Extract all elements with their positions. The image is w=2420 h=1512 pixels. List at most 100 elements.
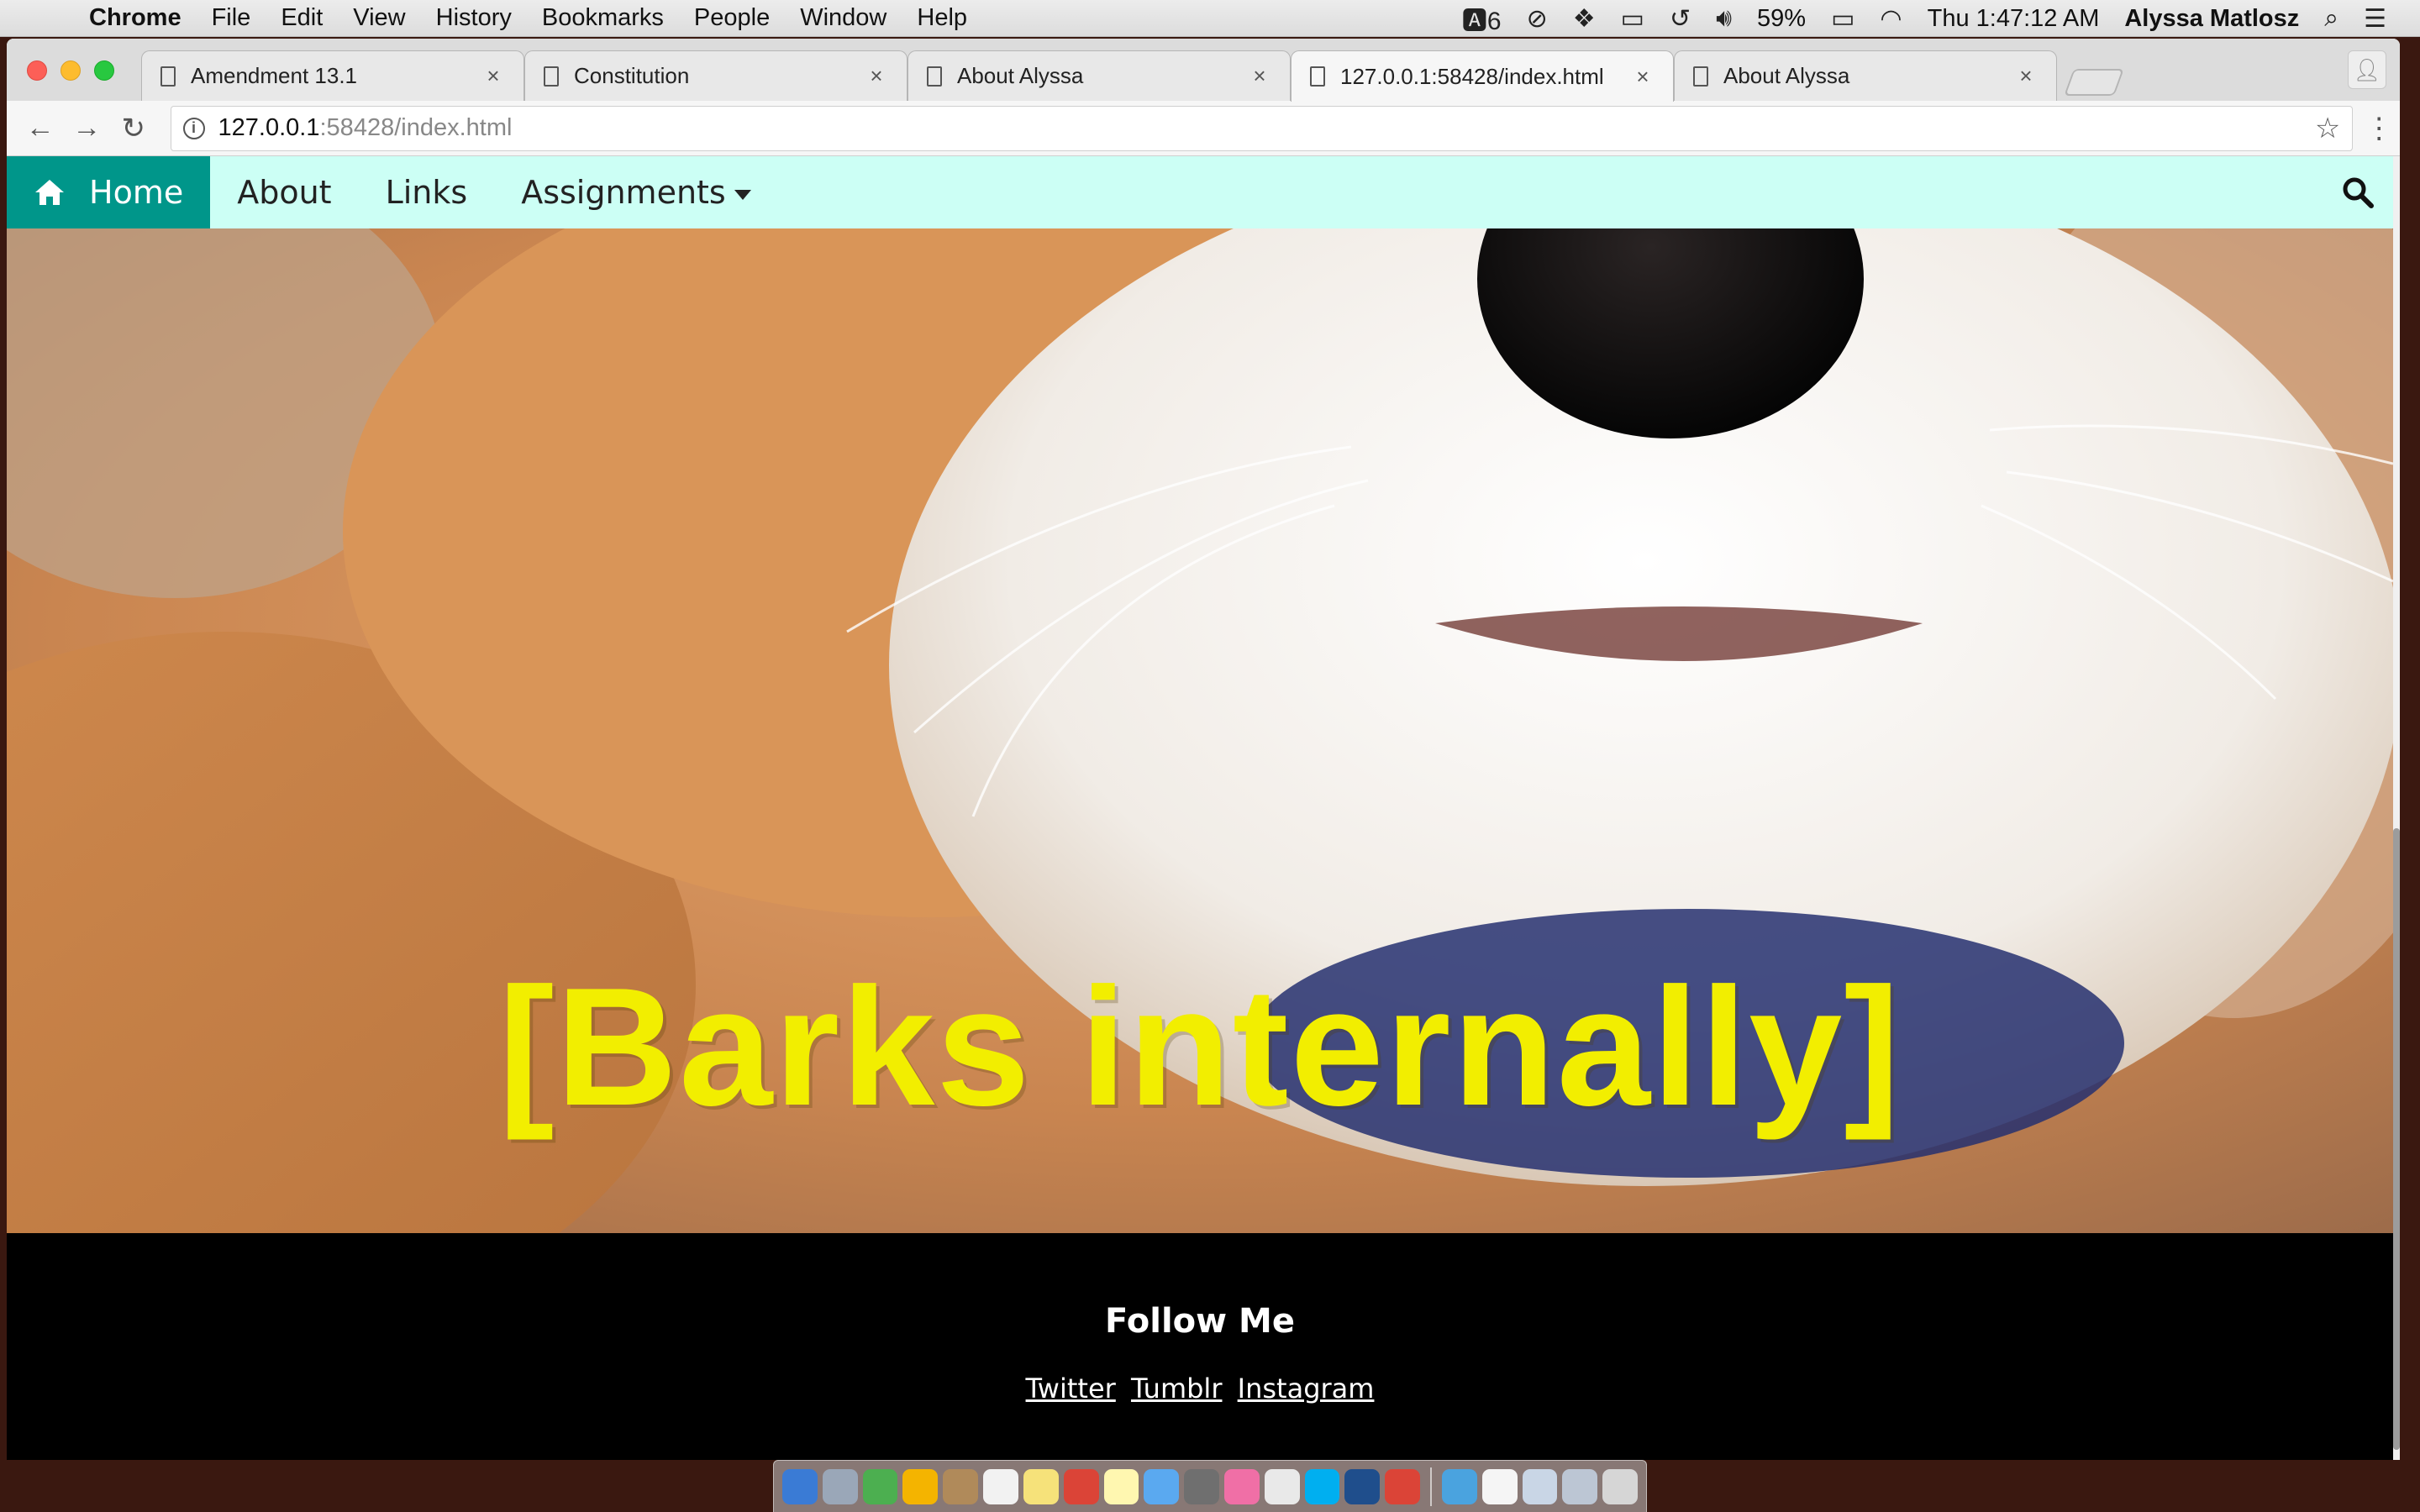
chrome-icon[interactable] <box>1063 1468 1099 1504</box>
page-icon <box>160 66 176 87</box>
clock[interactable]: Thu 1:47:12 AM <box>1928 5 2100 33</box>
system-preferences-icon[interactable] <box>1184 1468 1219 1504</box>
tab-close-icon[interactable]: × <box>1248 63 1271 89</box>
nav-links[interactable]: Links <box>359 174 495 211</box>
menu-bookmarks[interactable]: Bookmarks <box>542 4 664 32</box>
search-icon[interactable] <box>2341 176 2375 209</box>
battery-percent[interactable]: 59% <box>1757 5 1806 33</box>
page-icon <box>544 66 559 87</box>
bookmark-star-icon[interactable]: ☆ <box>2315 112 2340 145</box>
zoom-window-button[interactable] <box>94 60 114 81</box>
close-window-button[interactable] <box>27 60 47 81</box>
social-links: Twitter Tumblr Instagram <box>7 1373 2393 1404</box>
tab-constitution[interactable]: Constitution × <box>524 50 908 101</box>
skype-icon[interactable] <box>1304 1468 1340 1504</box>
calendar-icon[interactable] <box>983 1468 1018 1504</box>
notification-center-icon[interactable]: ☰ <box>2364 4 2386 34</box>
menu-extras: 🅰6 ⊘ ❖ ▭ ↺ 🔊︎ 59% ▭ ◠ Thu 1:47:12 AM Aly… <box>1462 0 2386 37</box>
nav-about[interactable]: About <box>210 174 358 211</box>
adobe-icon[interactable]: 🅰6 <box>1462 0 1502 37</box>
airplay-icon[interactable]: ▭ <box>1621 4 1644 34</box>
tab-strip: Amendment 13.1 × Constitution × About Al… <box>7 39 2400 102</box>
page-icon <box>1693 66 1708 87</box>
menu-edit[interactable]: Edit <box>281 4 323 32</box>
url-host: 127.0.0.1 <box>218 114 320 141</box>
finder-icon[interactable] <box>782 1468 818 1504</box>
site-navbar: Home About Links Assignments <box>7 156 2393 228</box>
menu-window[interactable]: Window <box>800 4 886 32</box>
page-scrollbar[interactable] <box>2393 156 2400 1460</box>
menu-help[interactable]: Help <box>917 4 967 32</box>
folder-icon[interactable] <box>1441 1468 1477 1504</box>
trash-icon[interactable] <box>1602 1468 1639 1504</box>
wifi-icon[interactable]: ◠ <box>1880 4 1902 34</box>
new-tab-button[interactable] <box>2064 69 2124 96</box>
itunes-icon[interactable] <box>1223 1468 1260 1504</box>
tab-title: 127.0.0.1:58428/index.html <box>1340 63 1604 89</box>
site-footer: Follow Me Twitter Tumblr Instagram <box>7 1233 2393 1460</box>
tumblr-link[interactable]: Tumblr <box>1131 1373 1223 1404</box>
downloads-stack-icon[interactable] <box>1522 1468 1558 1504</box>
photos-icon[interactable] <box>902 1468 939 1504</box>
tab-amendment[interactable]: Amendment 13.1 × <box>141 50 524 101</box>
tab-close-icon[interactable]: × <box>481 63 505 89</box>
url-path: :58428/index.html <box>319 114 513 141</box>
twitter-link[interactable]: Twitter <box>1026 1373 1116 1404</box>
home-icon <box>35 180 64 205</box>
address-bar[interactable]: i 127.0.0.1:58428/index.html ☆ <box>170 105 2354 151</box>
menu-people[interactable]: People <box>694 4 770 32</box>
hero-caption: [Barks internally] <box>498 953 1902 1141</box>
tab-close-icon[interactable]: × <box>865 63 888 89</box>
chrome-menu-icon[interactable]: ⋮ <box>2358 112 2400 145</box>
launchpad-icon[interactable] <box>822 1468 858 1504</box>
tab-index-active[interactable]: 127.0.0.1:58428/index.html × <box>1291 50 1674 102</box>
reload-icon[interactable]: ↻ <box>110 112 157 145</box>
menu-app-name[interactable]: Chrome <box>89 4 182 32</box>
xcode-icon[interactable] <box>1344 1468 1381 1504</box>
tab-about-alyssa-2[interactable]: About Alyssa × <box>1674 50 2057 101</box>
menu-history[interactable]: History <box>436 4 512 32</box>
contacts-icon[interactable] <box>943 1468 979 1504</box>
notes-icon[interactable] <box>1023 1468 1059 1504</box>
browser-toolbar: ← → ↻ i 127.0.0.1:58428/index.html ☆ ⋮ <box>7 101 2400 156</box>
menu-view[interactable]: View <box>353 4 405 32</box>
instagram-link[interactable]: Instagram <box>1238 1373 1375 1404</box>
facetime-icon[interactable] <box>862 1468 898 1504</box>
do-not-disturb-icon[interactable]: ⊘ <box>1527 4 1548 34</box>
notification-count: 6 <box>1486 8 1502 35</box>
tab-close-icon[interactable]: × <box>1631 64 1655 90</box>
forward-icon[interactable]: → <box>64 112 111 144</box>
profile-icon[interactable]: 👤︎ <box>2348 50 2386 89</box>
screenshots-stack-icon[interactable] <box>1562 1468 1598 1504</box>
tab-close-icon[interactable]: × <box>2014 63 2038 89</box>
document-icon[interactable] <box>1481 1468 1518 1504</box>
tabs: Amendment 13.1 × Constitution × About Al… <box>141 50 2124 102</box>
nav-home[interactable]: Home <box>7 156 211 228</box>
nav-home-label: Home <box>89 174 184 211</box>
macos-dock <box>773 1460 1647 1512</box>
browser-window: Amendment 13.1 × Constitution × About Al… <box>7 39 2400 1460</box>
spotlight-search-icon[interactable]: ⌕ <box>2324 4 2338 33</box>
dropbox-icon[interactable]: ❖ <box>1573 4 1596 34</box>
chrome-icon-2[interactable] <box>1385 1468 1420 1504</box>
messages-icon[interactable] <box>1144 1468 1180 1504</box>
menu-file[interactable]: File <box>212 4 251 32</box>
app-grid-icon[interactable] <box>1264 1468 1300 1504</box>
user-name[interactable]: Alyssa Matlosz <box>2124 5 2299 33</box>
nav-assignments[interactable]: Assignments <box>494 174 778 211</box>
time-machine-icon[interactable]: ↺ <box>1670 4 1691 34</box>
page-icon <box>1310 66 1325 87</box>
window-controls <box>27 60 114 81</box>
stickies-icon[interactable] <box>1103 1468 1139 1504</box>
nav-assignments-label: Assignments <box>521 174 726 211</box>
minimize-window-button[interactable] <box>60 60 81 81</box>
tab-title: About Alyssa <box>957 63 1084 88</box>
battery-icon[interactable]: ▭ <box>1831 4 1854 34</box>
footer-heading: Follow Me <box>1105 1302 1295 1341</box>
tab-about-alyssa[interactable]: About Alyssa × <box>908 50 1291 101</box>
macos-menu-bar: Chrome File Edit View History Bookmarks … <box>0 0 2420 37</box>
site-info-icon[interactable]: i <box>182 117 205 139</box>
scrollbar-thumb[interactable] <box>2393 828 2400 1450</box>
volume-icon[interactable]: 🔊︎ <box>1716 4 1732 33</box>
back-icon[interactable]: ← <box>17 112 64 144</box>
